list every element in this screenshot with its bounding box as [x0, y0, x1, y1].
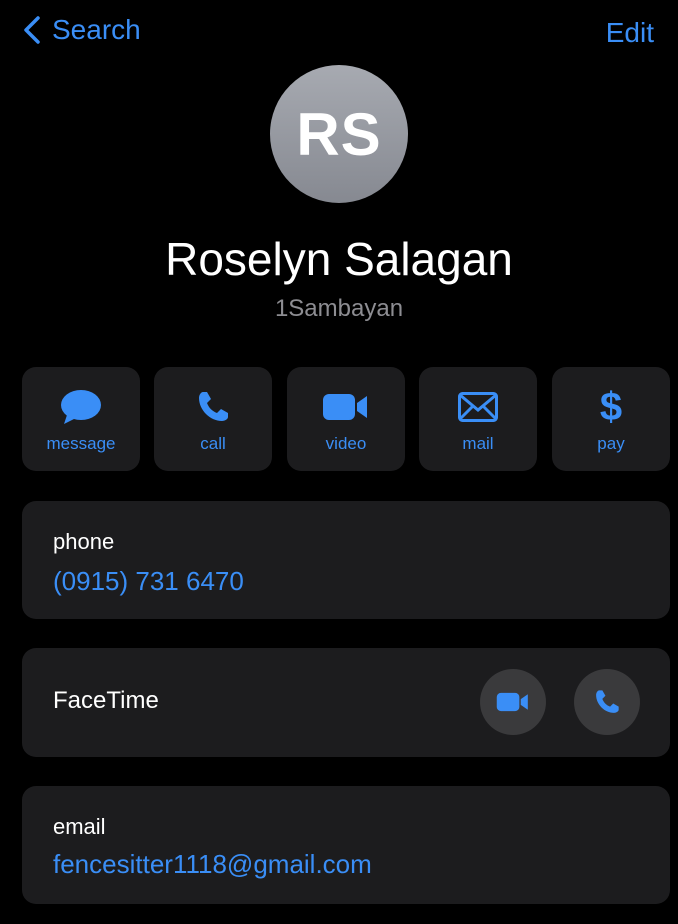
mail-button[interactable]: mail: [419, 367, 537, 471]
facetime-audio-button[interactable]: [574, 669, 640, 735]
contact-detail-screen: Search Edit RS Roselyn Salagan 1Sambayan…: [0, 0, 678, 924]
phone-icon: [199, 392, 228, 421]
facetime-label: FaceTime: [53, 687, 159, 714]
facetime-card: FaceTime: [22, 648, 670, 757]
phone-label: phone: [53, 529, 115, 554]
email-card: email fencesitter1118@gmail.com: [22, 786, 670, 904]
edit-button[interactable]: Edit: [606, 17, 654, 49]
avatar-initials: RS: [296, 100, 382, 168]
video-camera-icon: [323, 394, 367, 420]
facetime-video-button[interactable]: [480, 669, 546, 735]
email-address-link[interactable]: fencesitter1118@gmail.com: [53, 849, 372, 880]
envelope-icon: [458, 392, 498, 422]
phone-card: phone (0915) 731 6470: [22, 501, 670, 619]
back-button[interactable]: Search: [22, 14, 141, 46]
message-bubble-icon: [61, 390, 101, 424]
call-button-label: call: [200, 434, 226, 453]
video-button-label: video: [325, 434, 367, 453]
avatar: RS: [270, 65, 408, 203]
call-button[interactable]: call: [154, 367, 272, 471]
pay-button[interactable]: $ pay: [552, 367, 670, 471]
video-camera-icon: [496, 692, 528, 712]
video-button[interactable]: video: [287, 367, 405, 471]
phone-icon: [596, 690, 619, 713]
pay-button-label: pay: [597, 434, 625, 453]
back-button-label: Search: [52, 14, 141, 45]
dollar-icon: $: [599, 385, 623, 429]
contact-subtitle: 1Sambayan: [274, 295, 404, 322]
chevron-left-icon: [24, 16, 40, 44]
message-button-label: message: [46, 434, 116, 453]
message-button[interactable]: message: [22, 367, 140, 471]
mail-button-label: mail: [462, 434, 494, 453]
email-label: email: [53, 814, 106, 839]
quick-actions: message call video mail $ pay: [22, 367, 670, 471]
contact-name: Roselyn Salagan: [165, 233, 513, 285]
phone-number-link[interactable]: (0915) 731 6470: [53, 566, 244, 597]
